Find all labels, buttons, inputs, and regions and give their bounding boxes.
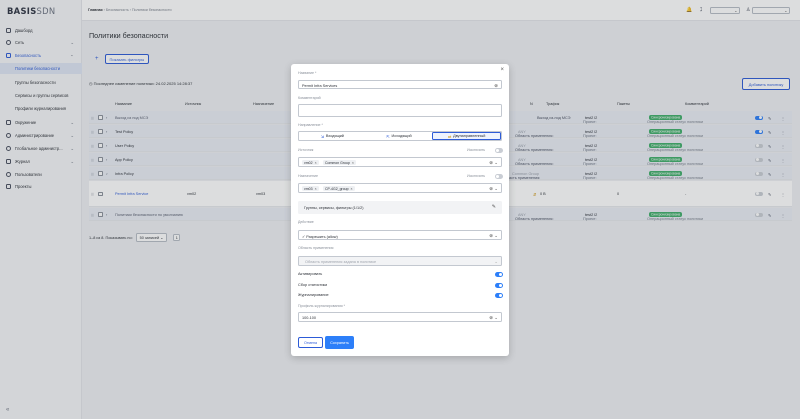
log-profile-label: Профиль журналирования * — [298, 304, 345, 308]
chevron-down-icon: ⌄ — [494, 258, 498, 264]
dest-label: Назначение — [298, 174, 318, 178]
clear-icon[interactable]: ⊗ — [494, 83, 498, 89]
cancel-button[interactable]: Отмена — [298, 337, 323, 348]
clear-chevron-icon[interactable]: ⊗ ⌄ — [489, 186, 498, 192]
dest-chip: vm03 × — [302, 186, 319, 191]
close-icon[interactable]: × — [500, 67, 504, 73]
arrow-in-icon: ⇲ — [320, 134, 324, 139]
activate-toggle[interactable] — [495, 272, 503, 277]
action-select[interactable]: ✓ Разрешить (allow) ⊗ ⌄ — [298, 230, 502, 240]
source-exclude-toggle[interactable] — [495, 148, 503, 153]
activate-label: Активировать — [298, 272, 323, 276]
source-chip: Common Group × — [323, 160, 356, 165]
source-chip: vm02 × — [302, 160, 319, 165]
remove-icon: × — [314, 160, 317, 165]
direction-incoming[interactable]: ⇲ Входящий — [299, 132, 366, 140]
direction-outgoing[interactable]: ⇱ Исходящий — [366, 132, 433, 140]
edit-policy-dialog: × Название * Permit Infra Services ⊗ Ком… — [291, 64, 509, 356]
edit-icon[interactable]: ✎ — [492, 204, 496, 210]
source-select[interactable]: vm02 × Common Group × ⊗ ⌄ — [298, 157, 502, 167]
clear-chevron-icon[interactable]: ⊗ ⌄ — [489, 233, 498, 239]
comment-input[interactable] — [298, 104, 502, 117]
action-label: Действие — [298, 220, 314, 224]
direction-selector: ⇲ Входящий ⇱ Исходящий ⇄ Двунаправленный — [298, 131, 502, 141]
logging-label: Журналирование — [298, 293, 329, 297]
scope-select: Область применения задана в политике ⌄ — [298, 256, 502, 266]
source-label: Источник — [298, 148, 314, 152]
direction-bidirectional[interactable]: ⇄ Двунаправленный — [432, 132, 502, 140]
dest-chip: CP-4G2_group × — [323, 186, 355, 191]
dest-exclude-label: Исключить — [467, 174, 486, 178]
source-exclude-label: Исключить — [467, 148, 486, 152]
remove-icon: × — [350, 186, 353, 191]
dest-exclude-toggle[interactable] — [495, 174, 503, 179]
groups-services-filters[interactable]: Группы, сервисы, фильтры (1/1/2) ✎ — [298, 201, 502, 214]
logging-toggle[interactable] — [495, 293, 503, 298]
save-button[interactable]: Сохранить — [325, 336, 354, 349]
scope-label: Область применения — [298, 246, 334, 250]
log-profile-select[interactable]: 100-100 ⊗ ⌄ — [298, 312, 502, 322]
name-input[interactable]: Permit Infra Services ⊗ — [298, 80, 502, 89]
direction-label: Направление * — [298, 123, 323, 127]
clear-chevron-icon[interactable]: ⊗ ⌄ — [489, 315, 498, 321]
clear-chevron-icon[interactable]: ⊗ ⌄ — [489, 160, 498, 166]
bidirectional-icon: ⇄ — [447, 134, 452, 139]
stats-label: Сбор статистики — [298, 283, 328, 287]
arrow-out-icon: ⇱ — [386, 134, 390, 139]
dest-select[interactable]: vm03 × CP-4G2_group × ⊗ ⌄ — [298, 183, 502, 193]
remove-icon: × — [314, 186, 317, 191]
name-label: Название * — [298, 71, 317, 75]
remove-icon: × — [351, 160, 354, 165]
comment-label: Комментарий — [298, 96, 321, 100]
stats-toggle[interactable] — [495, 283, 503, 288]
